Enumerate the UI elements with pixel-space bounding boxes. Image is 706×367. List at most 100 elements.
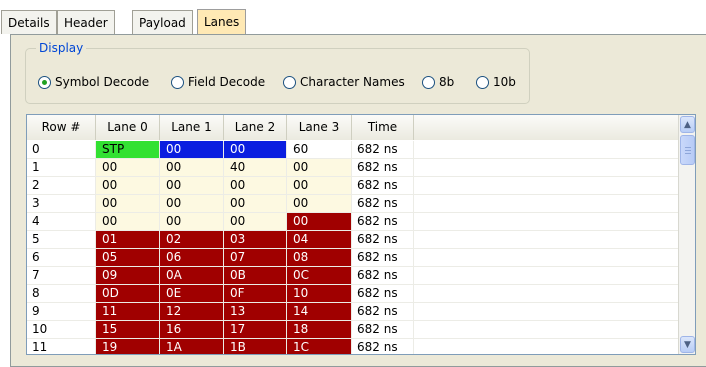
lane-1-cell: 16 — [160, 321, 224, 338]
time-cell: 682 ns — [352, 213, 414, 230]
time-cell: 682 ns — [352, 303, 414, 320]
row-number-cell: 11 — [27, 339, 96, 354]
lane-3-cell: 00 — [287, 159, 352, 176]
grip-line — [685, 153, 691, 154]
grid-body: 0 STP 00 00 60 682 ns 1 00 00 40 00 682 ns 2 00 00 00 00… — [27, 141, 679, 354]
lane-2-cell: 17 — [224, 321, 287, 338]
time-cell: 682 ns — [352, 339, 414, 354]
table-row[interactable]: 8 0D 0E 0F 10 682 ns — [27, 285, 679, 303]
column-header-row[interactable]: Row # — [27, 115, 96, 140]
chevron-down-icon[interactable]: ▼ — [680, 336, 695, 353]
radio-button-icon[interactable] — [476, 75, 489, 89]
lane-2-cell: 13 — [224, 303, 287, 320]
radio-button-icon[interactable] — [38, 75, 51, 89]
row-number-cell: 3 — [27, 195, 96, 212]
radio-label: Character Names — [300, 75, 405, 89]
column-header-lane-1[interactable]: Lane 1 — [160, 115, 224, 140]
radio-field-decode[interactable]: Field Decode — [171, 73, 265, 91]
row-number-cell: 7 — [27, 267, 96, 284]
lane-0-cell: 00 — [96, 177, 160, 194]
radio-10b[interactable]: 10b — [476, 73, 516, 91]
row-number-cell: 8 — [27, 285, 96, 302]
lane-2-cell: 00 — [224, 195, 287, 212]
radio-label: 10b — [493, 75, 516, 89]
grip-line — [685, 150, 691, 151]
lane-0-cell: 05 — [96, 249, 160, 266]
time-cell: 682 ns — [352, 267, 414, 284]
lane-0-cell: 09 — [96, 267, 160, 284]
table-row[interactable]: 7 09 0A 0B 0C 682 ns — [27, 267, 679, 285]
lane-1-cell: 02 — [160, 231, 224, 248]
time-cell: 682 ns — [352, 249, 414, 266]
column-header-lane-3[interactable]: Lane 3 — [287, 115, 352, 140]
lane-1-cell: 00 — [160, 141, 224, 158]
radio-button-icon[interactable] — [422, 75, 435, 89]
row-number-cell: 2 — [27, 177, 96, 194]
column-header-lane-0[interactable]: Lane 0 — [96, 115, 160, 140]
lane-0-cell: 19 — [96, 339, 160, 354]
radio-character-names[interactable]: Character Names — [283, 73, 405, 91]
time-cell: 682 ns — [352, 285, 414, 302]
radio-label: Symbol Decode — [55, 75, 150, 89]
row-number-cell: 5 — [27, 231, 96, 248]
table-row[interactable]: 11 19 1A 1B 1C 682 ns — [27, 339, 679, 354]
lane-0-cell: 01 — [96, 231, 160, 248]
table-row[interactable]: 1 00 00 40 00 682 ns — [27, 159, 679, 177]
lane-3-cell: 00 — [287, 213, 352, 230]
table-row[interactable]: 4 00 00 00 00 682 ns — [27, 213, 679, 231]
lane-3-cell: 00 — [287, 195, 352, 212]
lane-2-cell: 40 — [224, 159, 287, 176]
radio-8b[interactable]: 8b — [422, 73, 454, 91]
column-header-time[interactable]: Time — [352, 115, 414, 140]
time-cell: 682 ns — [352, 177, 414, 194]
lane-3-cell: 60 — [287, 141, 352, 158]
radio-symbol-decode[interactable]: Symbol Decode — [38, 73, 149, 91]
lane-3-cell: 1C — [287, 339, 352, 354]
radio-button-icon[interactable] — [283, 75, 296, 89]
lane-0-cell: 11 — [96, 303, 160, 320]
tab-payload[interactable]: Payload — [132, 10, 193, 34]
lane-0-cell: 15 — [96, 321, 160, 338]
table-row[interactable]: 5 01 02 03 04 682 ns — [27, 231, 679, 249]
lane-1-cell: 00 — [160, 177, 224, 194]
row-number-cell: 9 — [27, 303, 96, 320]
time-cell: 682 ns — [352, 231, 414, 248]
lane-1-cell: 00 — [160, 213, 224, 230]
lane-0-cell: 00 — [96, 213, 160, 230]
lanes-grid[interactable]: Row # Lane 0 Lane 1 Lane 2 Lane 3 Time 0… — [26, 114, 696, 355]
lane-1-cell: 0A — [160, 267, 224, 284]
row-number-cell: 4 — [27, 213, 96, 230]
lane-2-cell: 0F — [224, 285, 287, 302]
lane-2-cell: 1B — [224, 339, 287, 354]
lanes-panel: Display Symbol Decode Field Decode Chara… — [10, 34, 706, 367]
lane-3-cell: 04 — [287, 231, 352, 248]
lane-3-cell: 18 — [287, 321, 352, 338]
time-cell: 682 ns — [352, 195, 414, 212]
table-row[interactable]: 2 00 00 00 00 682 ns — [27, 177, 679, 195]
lane-2-cell: 03 — [224, 231, 287, 248]
table-row[interactable]: 3 00 00 00 00 682 ns — [27, 195, 679, 213]
grid-header: Row # Lane 0 Lane 1 Lane 2 Lane 3 Time — [27, 115, 679, 140]
chevron-up-icon[interactable]: ▲ — [680, 116, 695, 133]
vertical-scrollbar[interactable]: ▲ ▼ — [678, 115, 695, 354]
table-row[interactable]: 10 15 16 17 18 682 ns — [27, 321, 679, 339]
lane-0-cell: STP — [96, 141, 160, 158]
lane-3-cell: 0C — [287, 267, 352, 284]
tab-details[interactable]: Details — [1, 10, 57, 34]
radio-button-icon[interactable] — [171, 75, 184, 89]
lane-2-cell: 00 — [224, 141, 287, 158]
scroll-thumb[interactable] — [680, 135, 695, 165]
lane-0-cell: 0D — [96, 285, 160, 302]
tab-header[interactable]: Header — [57, 10, 115, 34]
row-number-cell: 0 — [27, 141, 96, 158]
lane-1-cell: 00 — [160, 195, 224, 212]
column-header-lane-2[interactable]: Lane 2 — [224, 115, 287, 140]
row-number-cell: 10 — [27, 321, 96, 338]
lane-3-cell: 00 — [287, 177, 352, 194]
lane-0-cell: 00 — [96, 195, 160, 212]
table-row[interactable]: 6 05 06 07 08 682 ns — [27, 249, 679, 267]
row-number-cell: 6 — [27, 249, 96, 266]
tab-lanes[interactable]: Lanes — [197, 9, 247, 35]
table-row[interactable]: 9 11 12 13 14 682 ns — [27, 303, 679, 321]
table-row[interactable]: 0 STP 00 00 60 682 ns — [27, 141, 679, 159]
